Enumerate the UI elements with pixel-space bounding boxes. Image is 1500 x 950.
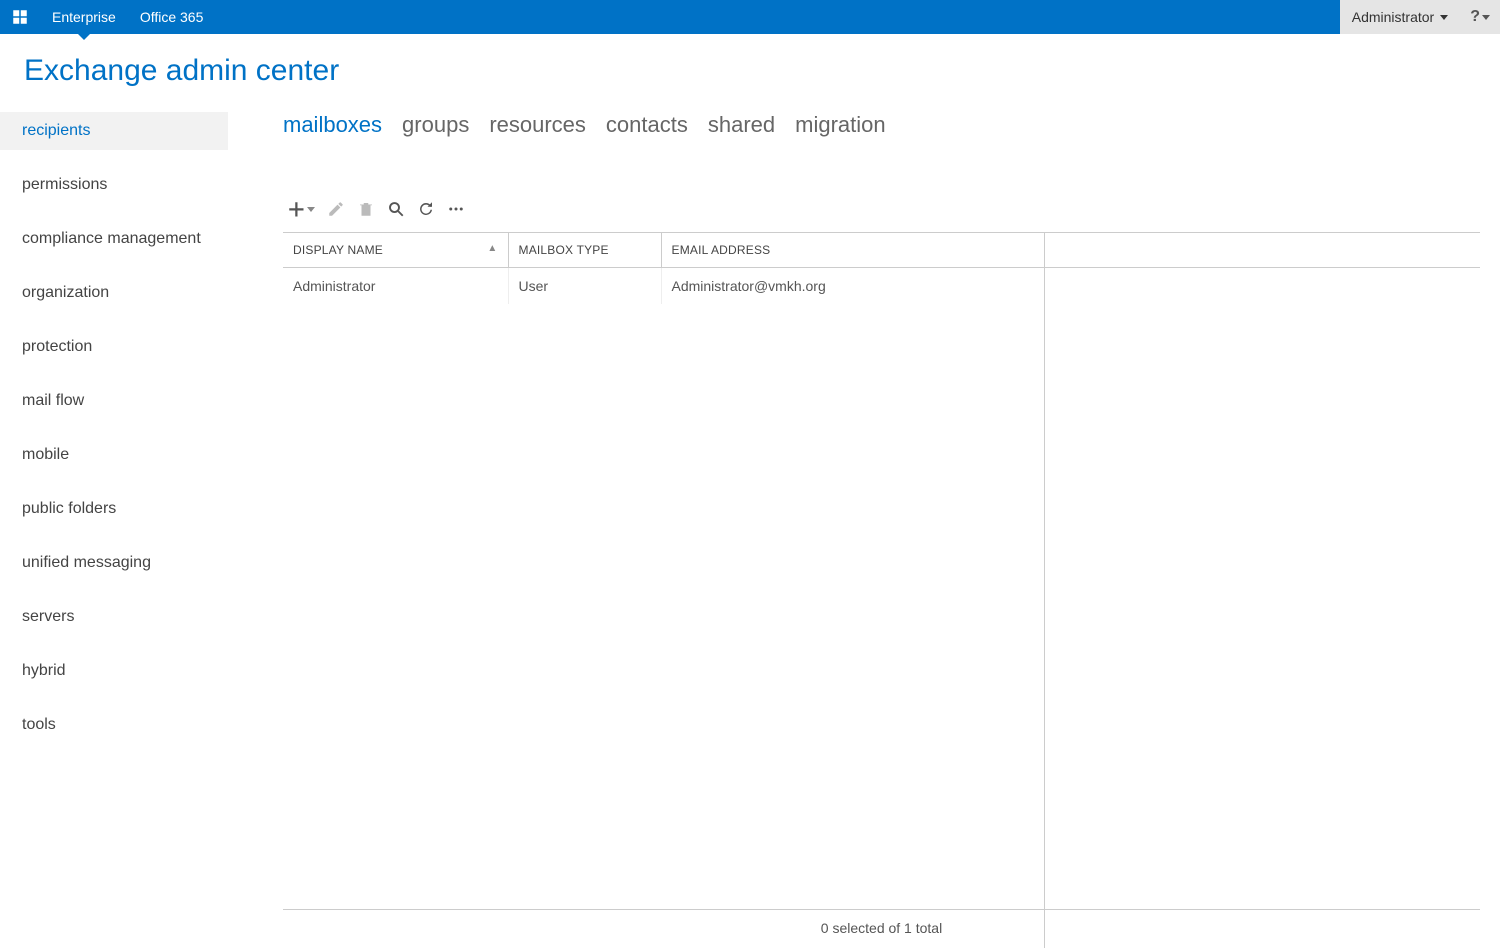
table-row[interactable]: Administrator User Administrator@vmkh.or… <box>283 268 1480 305</box>
sidebar-item-mail-flow[interactable]: mail flow <box>0 382 228 420</box>
sidebar-item-protection[interactable]: protection <box>0 328 228 366</box>
sidebar-item-public-folders[interactable]: public folders <box>0 490 228 528</box>
topnav-office365-label: Office 365 <box>140 9 204 25</box>
tab-label: contacts <box>606 112 688 137</box>
sidebar-item-hybrid[interactable]: hybrid <box>0 652 228 690</box>
chevron-down-icon <box>307 207 315 212</box>
tabs: mailboxes groups resources contacts shar… <box>283 112 1480 138</box>
sidebar-item-label: permissions <box>22 176 107 193</box>
tab-groups[interactable]: groups <box>402 112 469 138</box>
sidebar-item-servers[interactable]: servers <box>0 598 228 636</box>
col-label: MAILBOX TYPE <box>519 243 609 257</box>
tab-mailboxes[interactable]: mailboxes <box>283 112 382 138</box>
cell-mailbox-type: User <box>519 278 549 294</box>
chevron-down-icon <box>1440 15 1448 20</box>
cell-display-name: Administrator <box>293 278 375 294</box>
delete-button[interactable] <box>357 200 375 218</box>
sidebar-item-label: unified messaging <box>22 554 151 571</box>
chevron-down-icon <box>1482 15 1490 20</box>
trash-icon <box>357 200 375 218</box>
tab-contacts[interactable]: contacts <box>606 112 688 138</box>
col-label: DISPLAY NAME <box>293 243 383 257</box>
refresh-icon <box>417 200 435 218</box>
sidebar-item-compliance-management[interactable]: compliance management <box>0 220 228 258</box>
sidebar-item-mobile[interactable]: mobile <box>0 436 228 474</box>
top-bar: Enterprise Office 365 Administrator ? <box>0 0 1500 34</box>
sidebar: recipients permissions compliance manage… <box>0 112 228 948</box>
tab-resources[interactable]: resources <box>489 112 586 138</box>
sidebar-item-unified-messaging[interactable]: unified messaging <box>0 544 228 582</box>
plus-icon <box>287 200 305 218</box>
pencil-icon <box>327 200 345 218</box>
tab-shared[interactable]: shared <box>708 112 775 138</box>
mailboxes-table: DISPLAY NAME ▲ MAILBOX TYPE EMAIL ADDRESS… <box>283 233 1480 304</box>
edit-button[interactable] <box>327 200 345 218</box>
table-container: DISPLAY NAME ▲ MAILBOX TYPE EMAIL ADDRESS… <box>283 232 1480 948</box>
sidebar-item-label: organization <box>22 284 109 301</box>
sidebar-item-label: public folders <box>22 500 116 517</box>
col-email-address[interactable]: EMAIL ADDRESS <box>661 233 1044 268</box>
col-detail <box>1044 233 1480 268</box>
topnav-enterprise[interactable]: Enterprise <box>40 0 128 34</box>
sidebar-item-label: servers <box>22 608 74 625</box>
tab-label: resources <box>489 112 586 137</box>
main-area: recipients permissions compliance manage… <box>0 112 1500 948</box>
tab-label: shared <box>708 112 775 137</box>
tab-label: mailboxes <box>283 112 382 137</box>
tab-label: groups <box>402 112 469 137</box>
sidebar-item-label: recipients <box>22 122 90 139</box>
sidebar-item-tools[interactable]: tools <box>0 706 228 744</box>
col-mailbox-type[interactable]: MAILBOX TYPE <box>508 233 661 268</box>
sidebar-item-label: mobile <box>22 446 69 463</box>
search-icon <box>387 200 405 218</box>
topnav-office365[interactable]: Office 365 <box>128 0 216 34</box>
refresh-button[interactable] <box>417 200 435 218</box>
office-logo-icon[interactable] <box>0 0 40 34</box>
sidebar-item-label: protection <box>22 338 92 355</box>
topnav-enterprise-label: Enterprise <box>52 9 116 25</box>
sort-asc-icon: ▲ <box>487 243 497 254</box>
new-button[interactable] <box>287 200 315 218</box>
user-menu-label: Administrator <box>1352 9 1434 25</box>
sidebar-item-permissions[interactable]: permissions <box>0 166 228 204</box>
selection-status: 0 selected of 1 total <box>283 908 1480 948</box>
sidebar-item-label: compliance management <box>22 230 201 247</box>
page-title: Exchange admin center <box>24 54 1476 88</box>
toolbar <box>283 200 1480 218</box>
sidebar-item-label: mail flow <box>22 392 84 409</box>
sidebar-item-label: tools <box>22 716 56 733</box>
help-menu[interactable]: ? <box>1460 0 1500 34</box>
sidebar-item-label: hybrid <box>22 662 66 679</box>
col-display-name[interactable]: DISPLAY NAME ▲ <box>283 233 508 268</box>
top-nav: Enterprise Office 365 <box>40 0 215 34</box>
title-bar: Exchange admin center <box>0 34 1500 112</box>
tab-label: migration <box>795 112 885 137</box>
col-label: EMAIL ADDRESS <box>672 243 771 257</box>
ellipsis-icon <box>447 200 465 218</box>
table-header-row: DISPLAY NAME ▲ MAILBOX TYPE EMAIL ADDRESS <box>283 233 1480 268</box>
cell-email: Administrator@vmkh.org <box>672 278 826 294</box>
search-button[interactable] <box>387 200 405 218</box>
sidebar-item-organization[interactable]: organization <box>0 274 228 312</box>
content-area: mailboxes groups resources contacts shar… <box>228 112 1500 948</box>
more-button[interactable] <box>447 200 465 218</box>
user-menu[interactable]: Administrator <box>1340 0 1460 34</box>
sidebar-item-recipients[interactable]: recipients <box>0 112 228 150</box>
tab-migration[interactable]: migration <box>795 112 885 138</box>
help-icon: ? <box>1470 8 1480 26</box>
